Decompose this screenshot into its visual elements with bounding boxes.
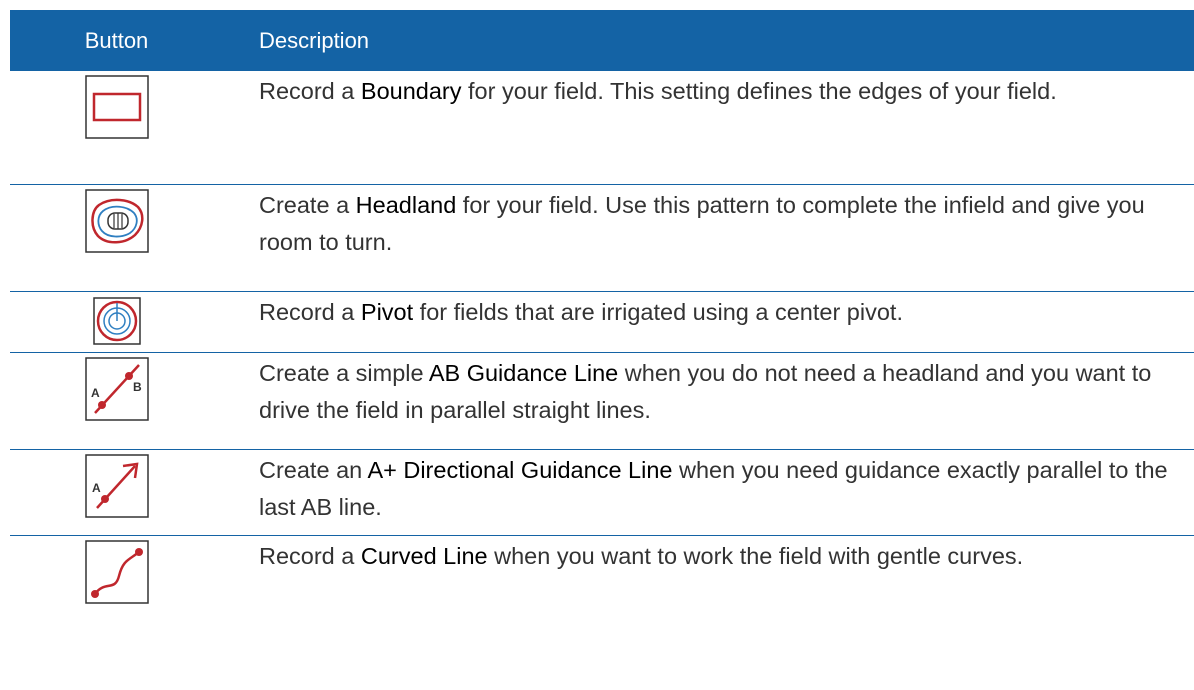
- table-row: Create a Headland for your field. Use th…: [10, 185, 1194, 292]
- table-row: A Create an A+ Directional Guidance Line…: [10, 450, 1194, 536]
- description-term: Curved Line: [360, 543, 488, 569]
- button-description-table: Button Description Record a Boundary for…: [10, 10, 1194, 626]
- label-b: B: [133, 380, 142, 394]
- header-button-column: Button: [84, 27, 149, 53]
- label-a: A: [92, 481, 101, 495]
- description-suffix: for fields that are irrigated using a ce…: [413, 299, 903, 325]
- label-a: A: [91, 386, 100, 400]
- headland-icon[interactable]: [84, 189, 149, 253]
- description-prefix: Record a: [259, 543, 361, 569]
- row-description: Record a Curved Line when you want to wo…: [223, 536, 1179, 626]
- description-suffix: for your field. This setting defines the…: [461, 78, 1057, 104]
- table-row: Record a Boundary for your field. This s…: [10, 71, 1194, 185]
- description-term: AB Guidance Line: [428, 360, 619, 386]
- table-header: Button Description: [10, 10, 1194, 71]
- description-term: Headland: [355, 192, 457, 218]
- row-description: Create an A+ Directional Guidance Line w…: [223, 450, 1179, 535]
- description-prefix: Record a: [259, 299, 361, 325]
- description-prefix: Create a: [259, 192, 356, 218]
- row-description: Record a Boundary for your field. This s…: [223, 71, 1179, 184]
- table-row: Record a Curved Line when you want to wo…: [10, 536, 1194, 626]
- ab-line-icon[interactable]: A B: [84, 357, 149, 421]
- pivot-icon[interactable]: [92, 297, 141, 345]
- description-term: Pivot: [360, 299, 414, 325]
- header-description-column: Description: [259, 27, 370, 53]
- row-description: Create a simple AB Guidance Line when yo…: [223, 353, 1179, 449]
- table-row: Record a Pivot for fields that are irrig…: [10, 292, 1194, 353]
- description-term: Boundary: [360, 78, 462, 104]
- description-term: A+ Directional Guidance Line: [367, 457, 673, 483]
- a-plus-line-icon[interactable]: A: [84, 454, 149, 518]
- row-description: Record a Pivot for fields that are irrig…: [223, 292, 1179, 352]
- description-suffix: when you want to work the field with gen…: [487, 543, 1024, 569]
- table-row: A B Create a simple AB Guidance Line whe…: [10, 353, 1194, 450]
- boundary-icon[interactable]: [84, 75, 149, 139]
- row-description: Create a Headland for your field. Use th…: [223, 185, 1179, 291]
- description-prefix: Create an: [259, 457, 368, 483]
- description-prefix: Record a: [259, 78, 361, 104]
- curved-line-icon[interactable]: [84, 540, 149, 604]
- description-prefix: Create a simple: [259, 360, 429, 386]
